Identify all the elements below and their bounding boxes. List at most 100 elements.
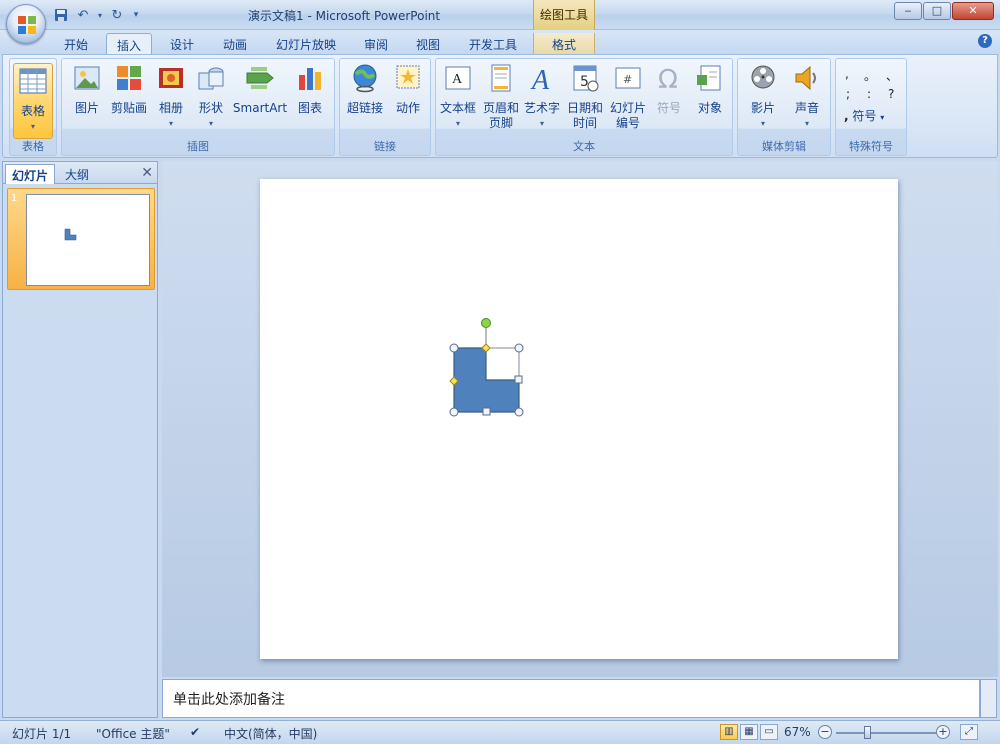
symbol-colon[interactable]: : — [867, 87, 871, 101]
resize-handle-bottom-left[interactable] — [449, 407, 459, 417]
slideshow-view-button[interactable]: ▭ — [760, 724, 778, 740]
status-language[interactable]: 中文(简体，中国) — [224, 725, 317, 742]
wordart-button[interactable]: A 艺术字 ▾ — [522, 63, 562, 131]
group-label-table: 表格 — [22, 140, 44, 153]
minimize-button[interactable]: ‒ — [894, 2, 922, 20]
object-label: 对象 — [697, 101, 722, 115]
undo-icon[interactable]: ↶ — [74, 6, 92, 24]
slide-sorter-view-button[interactable]: ▦ — [740, 724, 758, 740]
tab-slideshow[interactable]: 幻灯片放映 — [266, 33, 346, 54]
slide-number-button[interactable]: # 幻灯片 编号 — [606, 63, 650, 131]
group-media: 影片 ▾ 声音 ▾ 媒体剪辑 — [737, 58, 831, 156]
zoom-slider-track[interactable] — [836, 732, 936, 734]
resize-handle-top-right[interactable] — [514, 343, 524, 353]
wordart-label: 艺术字 — [523, 101, 560, 115]
datetime-button[interactable]: 5 日期和 时间 — [564, 63, 606, 131]
shapes-button[interactable]: 形状 ▾ — [192, 63, 230, 131]
zoom-out-button[interactable]: − — [818, 725, 832, 739]
header-footer-button[interactable]: 页眉和 页脚 — [480, 63, 522, 131]
group-table: 表格 ▾ 表格 — [9, 58, 57, 156]
picture-icon — [74, 66, 100, 90]
header-footer-icon — [491, 64, 511, 92]
sound-button[interactable]: 声音 ▾ — [786, 63, 828, 131]
shapes-icon — [198, 67, 224, 90]
undo-dropdown-icon[interactable]: ▾ — [96, 6, 104, 24]
office-button[interactable] — [6, 4, 46, 44]
customize-qat-icon[interactable]: ▾ — [130, 6, 142, 24]
chart-button[interactable]: 图表 — [290, 63, 330, 116]
resize-handle-bottom[interactable] — [482, 407, 491, 416]
maximize-button[interactable]: □ — [923, 2, 951, 20]
tab-insert[interactable]: 插入 — [106, 33, 153, 54]
tab-slides[interactable]: 幻灯片 — [5, 164, 56, 184]
hyperlink-button[interactable]: 超链接 — [344, 63, 386, 116]
chart-label: 图表 — [297, 101, 322, 115]
help-icon[interactable]: ? — [978, 34, 992, 48]
fit-to-window-button[interactable]: ⤢ — [960, 724, 978, 740]
ribbon: 表格 ▾ 表格 图片 剪贴画 相册 ▾ 形状 ▾ SmartArt 图表 插图 … — [2, 54, 998, 158]
l-shape[interactable] — [453, 347, 520, 413]
close-button[interactable]: ✕ — [952, 2, 994, 20]
slides-pane: 幻灯片 大纲 ✕ 1 — [2, 161, 158, 718]
symbol-period[interactable]: 。 — [864, 67, 876, 84]
notes-pane[interactable]: 单击此处添加备注 — [162, 679, 980, 718]
smartart-button[interactable]: SmartArt — [232, 63, 288, 116]
save-icon[interactable] — [52, 6, 70, 24]
picture-button[interactable]: 图片 — [68, 63, 106, 116]
window-title: 演示文稿1 - Microsoft PowerPoint — [248, 9, 441, 23]
header-footer-label-line1: 页眉和 — [482, 101, 519, 115]
tab-format[interactable]: 格式 — [533, 33, 595, 54]
slide-thumbnail-selected[interactable]: 1 — [7, 188, 155, 290]
symbol-question[interactable]: ? — [888, 87, 894, 101]
tab-view[interactable]: 视图 — [406, 33, 450, 54]
status-slide-count: 幻灯片 1/1 — [12, 727, 72, 741]
zoom-slider-thumb[interactable] — [864, 726, 871, 739]
redo-icon[interactable]: ↻ — [108, 6, 126, 24]
resize-handle-top-left[interactable] — [449, 343, 459, 353]
resize-handle-right[interactable] — [514, 375, 523, 384]
svg-text:A: A — [452, 72, 463, 87]
calendar-icon: 5 — [573, 65, 599, 92]
tab-developer[interactable]: 开发工具 — [459, 33, 527, 54]
slide-canvas[interactable] — [260, 179, 898, 659]
object-icon — [697, 65, 721, 91]
tab-review[interactable]: 审阅 — [354, 33, 398, 54]
status-theme[interactable]: "Office 主题" — [96, 725, 170, 742]
slide-thumbnail[interactable] — [26, 194, 150, 286]
group-special-symbols: , 。 、 ; : ? , 符号 ▾ 特殊符号 — [835, 58, 907, 156]
movie-button[interactable]: 影片 ▾ — [742, 63, 784, 131]
smartart-icon — [246, 67, 274, 89]
symbol-enum-comma[interactable]: 、 — [886, 67, 898, 84]
tab-design[interactable]: 设计 — [160, 33, 204, 54]
notes-scrollbar[interactable] — [980, 679, 997, 718]
object-button[interactable]: 对象 — [690, 63, 730, 116]
textbox-button[interactable]: A 文本框 ▾ — [438, 63, 478, 131]
action-button[interactable]: 动作 — [388, 63, 428, 116]
chart-icon — [299, 68, 321, 90]
clipart-button[interactable]: 剪贴画 — [108, 63, 150, 116]
resize-handle-bottom-right[interactable] — [514, 407, 524, 417]
tab-home[interactable]: 开始 — [54, 33, 98, 54]
group-links: 超链接 动作 链接 — [339, 58, 431, 156]
album-button[interactable]: 相册 ▾ — [152, 63, 190, 131]
special-symbol-button[interactable]: , 符号 ▾ — [844, 107, 884, 124]
status-zoom-level[interactable]: 67% — [784, 725, 811, 739]
table-button[interactable]: 表格 ▾ — [13, 63, 53, 139]
tab-outline[interactable]: 大纲 — [59, 164, 95, 184]
slide-number-label-line2: 编号 — [615, 116, 640, 130]
slide-thumbnail-number: 1 — [11, 193, 18, 204]
wordart-icon: A — [530, 65, 550, 96]
tab-animations[interactable]: 动画 — [213, 33, 257, 54]
title-bar: ↶ ▾ ↻ ▾ 演示文稿1 - Microsoft PowerPoint 绘图工… — [0, 0, 1000, 30]
spellcheck-icon[interactable]: ✔ — [190, 725, 200, 739]
status-bar: 幻灯片 1/1 "Office 主题" ✔ 中文(简体，中国) ▥ ▦ ▭ 67… — [0, 720, 1000, 744]
hyperlink-label: 超链接 — [346, 101, 383, 115]
smartart-label: SmartArt — [232, 101, 288, 115]
rotation-handle[interactable] — [481, 318, 491, 328]
close-pane-icon[interactable]: ✕ — [141, 165, 153, 181]
symbol-comma[interactable]: , — [845, 67, 849, 81]
symbol-semicolon[interactable]: ; — [846, 87, 850, 101]
normal-view-button[interactable]: ▥ — [720, 724, 738, 740]
symbol-button[interactable]: Ω 符号 — [650, 63, 688, 116]
zoom-in-button[interactable]: + — [936, 725, 950, 739]
